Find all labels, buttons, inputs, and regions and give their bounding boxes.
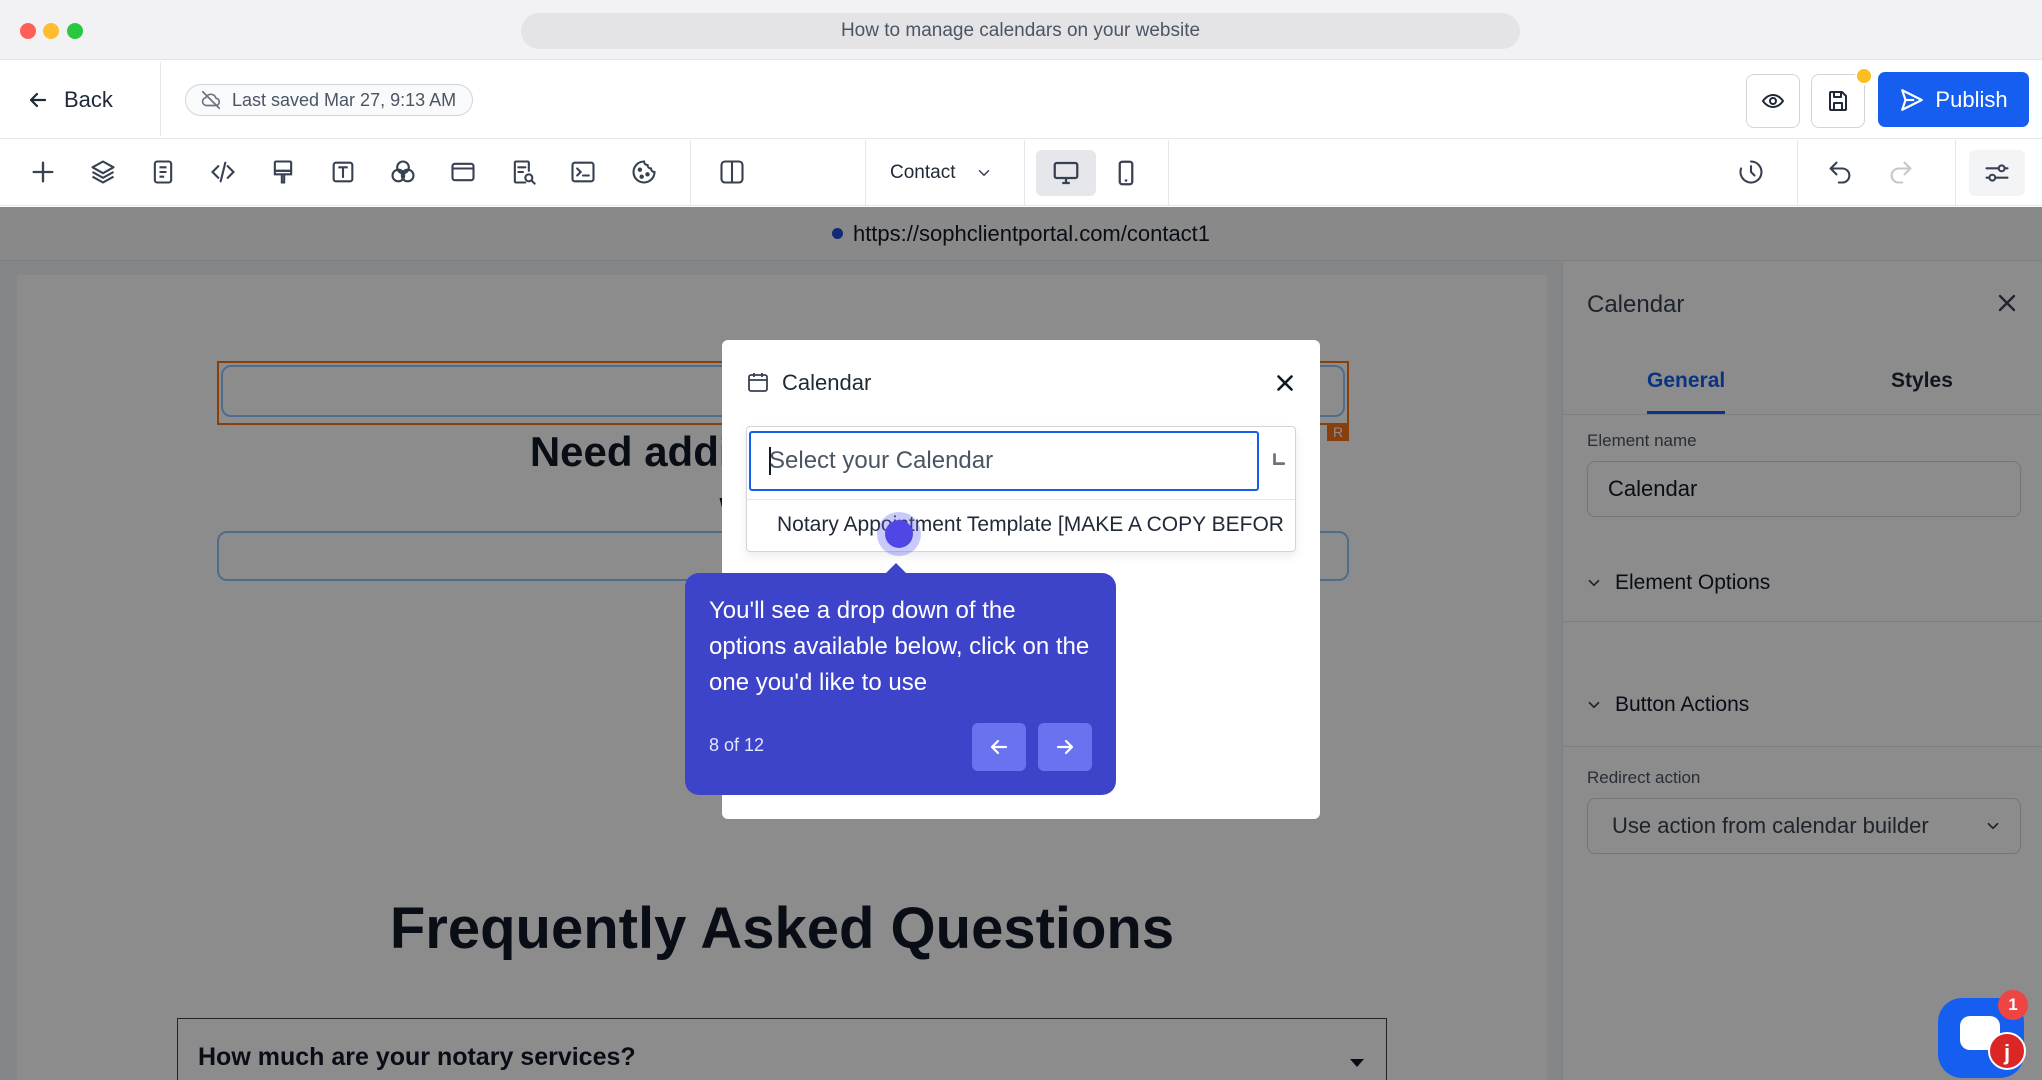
- page-select[interactable]: Contact: [890, 156, 993, 190]
- seo-button[interactable]: [503, 152, 543, 192]
- cookie-icon: [632, 160, 656, 184]
- split-view-button[interactable]: [712, 152, 752, 192]
- tutorial-tooltip: You'll see a drop down of the options av…: [685, 563, 1116, 795]
- colors-button[interactable]: [383, 152, 423, 192]
- calendar-select[interactable]: Select your Calendar Notary Appointment …: [746, 426, 1296, 552]
- calendar-option[interactable]: Notary Appointment Template [MAKE A COPY…: [747, 499, 1295, 551]
- publish-button[interactable]: Publish: [1878, 72, 2029, 127]
- tooltip-next-button[interactable]: [1038, 723, 1092, 771]
- chat-agent-avatar: j: [1988, 1032, 2026, 1070]
- send-icon: [1901, 88, 1924, 111]
- calendar-search-input[interactable]: Select your Calendar: [749, 431, 1259, 491]
- text-icon: [332, 161, 354, 183]
- plus-icon: [32, 161, 54, 183]
- redo-icon: [1890, 161, 1912, 184]
- close-icon[interactable]: [1272, 370, 1298, 396]
- modal-title: Calendar: [782, 370, 872, 395]
- mobile-view-button[interactable]: [1096, 150, 1156, 196]
- settings-sliders-icon: [1985, 164, 2009, 182]
- window-close-dot[interactable]: [20, 23, 36, 39]
- cookie-consent-button[interactable]: [624, 152, 664, 192]
- click-hotspot: [877, 512, 921, 556]
- save-status-badge: Last saved Mar 27, 9:13 AM: [185, 84, 474, 116]
- tooltip-progress: 8 of 12: [709, 735, 765, 755]
- theme-button[interactable]: [263, 152, 303, 192]
- preview-button[interactable]: [1746, 74, 1800, 128]
- custom-code-button[interactable]: [203, 152, 243, 192]
- arrow-left-icon: [29, 92, 47, 108]
- chat-unread-badge: 1: [1998, 990, 2028, 1020]
- tooltip-prev-button[interactable]: [972, 723, 1026, 771]
- chevron-down-icon[interactable]: [1269, 449, 1291, 471]
- color-circles-icon: [391, 160, 415, 183]
- desktop-icon: [1053, 161, 1079, 185]
- toolbar-divider: [690, 140, 691, 206]
- pages-button[interactable]: [143, 152, 183, 192]
- publish-label: Publish: [1935, 86, 2008, 112]
- tooltip-text: You'll see a drop down of the options av…: [709, 597, 1090, 696]
- desktop-view-button[interactable]: [1036, 150, 1096, 196]
- arrow-left-icon: [990, 739, 1008, 755]
- typography-button[interactable]: [323, 152, 363, 192]
- window-minimize-dot[interactable]: [43, 23, 59, 39]
- layers-button[interactable]: [83, 152, 123, 192]
- split-view-icon: [720, 160, 744, 184]
- unsaved-changes-dot: [1855, 67, 1873, 85]
- terminal-icon: [571, 161, 595, 183]
- builder-header: Back Last saved Mar 27, 9:13 AM: [0, 60, 2042, 139]
- page-select-value: Contact: [890, 162, 956, 183]
- tracking-code-button[interactable]: [563, 152, 603, 192]
- window-maximize-dot[interactable]: [67, 23, 83, 39]
- header-divider: [160, 62, 161, 136]
- back-button[interactable]: Back: [26, 82, 113, 118]
- paint-brush-icon: [273, 160, 293, 184]
- calendar-icon: [748, 373, 768, 392]
- layers-icon: [91, 160, 115, 184]
- add-element-button[interactable]: [23, 152, 63, 192]
- chevron-down-icon: [979, 170, 990, 177]
- toolbar-divider: [1168, 140, 1169, 206]
- click-hotspot-core: [885, 520, 913, 548]
- toolbar-divider: [1024, 140, 1025, 206]
- floppy-disk-icon: [1829, 91, 1847, 111]
- browser-chrome: How to manage calendars on your website: [0, 0, 2042, 60]
- history-icon: [1739, 160, 1763, 184]
- toolbar-divider: [1955, 140, 1956, 206]
- form-search-icon: [513, 160, 536, 185]
- chat-widget-button[interactable]: 1 j: [1938, 990, 2028, 1078]
- save-status-text: Last saved Mar 27, 9:13 AM: [232, 89, 457, 110]
- browser-address-bar[interactable]: How to manage calendars on your website: [521, 13, 1520, 49]
- mobile-icon: [1118, 160, 1134, 186]
- back-label: Back: [64, 87, 113, 112]
- toolbar-divider: [865, 140, 866, 206]
- eye-icon: [1761, 93, 1785, 109]
- code-icon: [211, 161, 235, 183]
- redo-button[interactable]: [1881, 152, 1921, 192]
- sections-button[interactable]: [443, 152, 483, 192]
- settings-button[interactable]: [1969, 150, 2025, 196]
- version-history-button[interactable]: [1731, 152, 1771, 192]
- toolbar-divider: [1797, 140, 1798, 206]
- undo-icon: [1829, 161, 1851, 184]
- arrow-right-icon: [1056, 739, 1074, 755]
- builder-toolbar: Contact: [0, 140, 2042, 206]
- page-icon: [153, 160, 173, 184]
- cloud-off-icon: [201, 90, 221, 110]
- undo-button[interactable]: [1820, 152, 1860, 192]
- section-icon: [451, 162, 475, 182]
